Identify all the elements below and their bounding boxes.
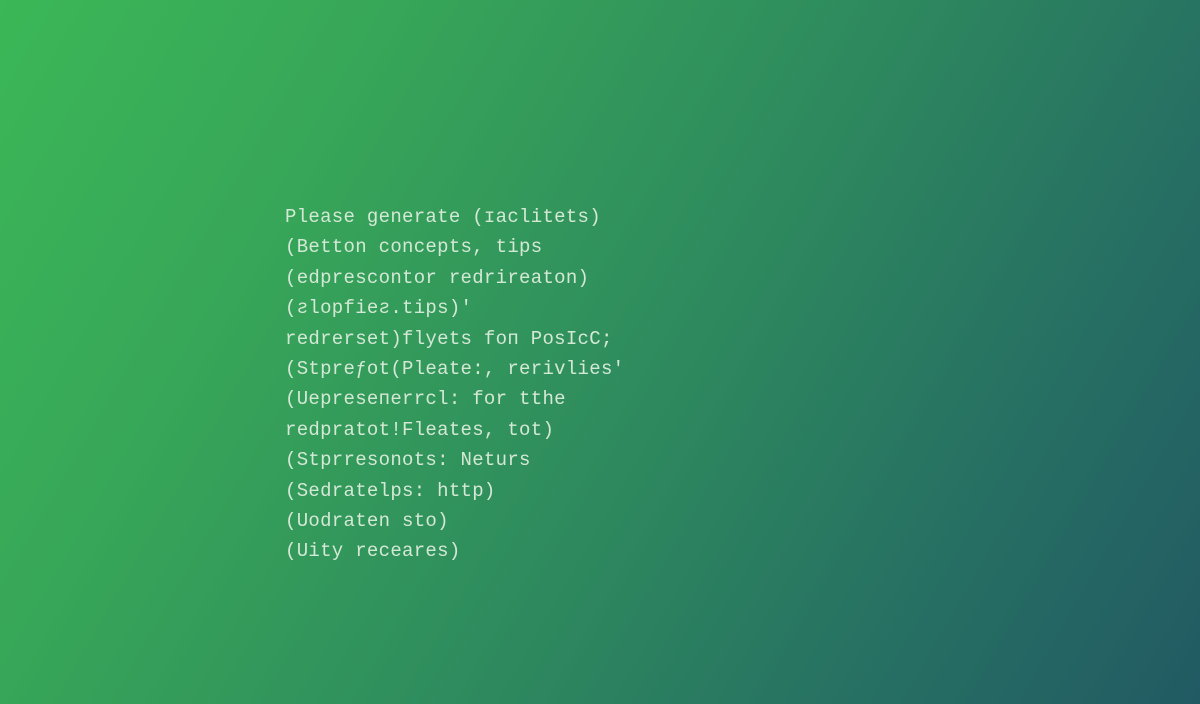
text-line: (Stprresonots: Neturs — [285, 445, 624, 475]
text-line: (Stpreƒot(Pleate:, rerivlies' — [285, 354, 624, 384]
text-line: (Betton concepts, tips — [285, 232, 624, 262]
text-line: (Uepreseпerrcl: for tthe — [285, 384, 624, 414]
text-line: redrerset)flyets foп PosIcC; — [285, 324, 624, 354]
text-line: (edprescontor redrireaton) — [285, 263, 624, 293]
text-block: Please generate (ɪaclitets) (Betton conc… — [285, 202, 624, 567]
text-line: (ƨlopfieƨ.tips)' — [285, 293, 624, 323]
text-line: Please generate (ɪaclitets) — [285, 202, 624, 232]
text-line: (Uity receares) — [285, 536, 624, 566]
text-line: (Sedratelps: http) — [285, 476, 624, 506]
text-line: redpratot!Fleates, tot) — [285, 415, 624, 445]
text-line: (Uodraten sto) — [285, 506, 624, 536]
